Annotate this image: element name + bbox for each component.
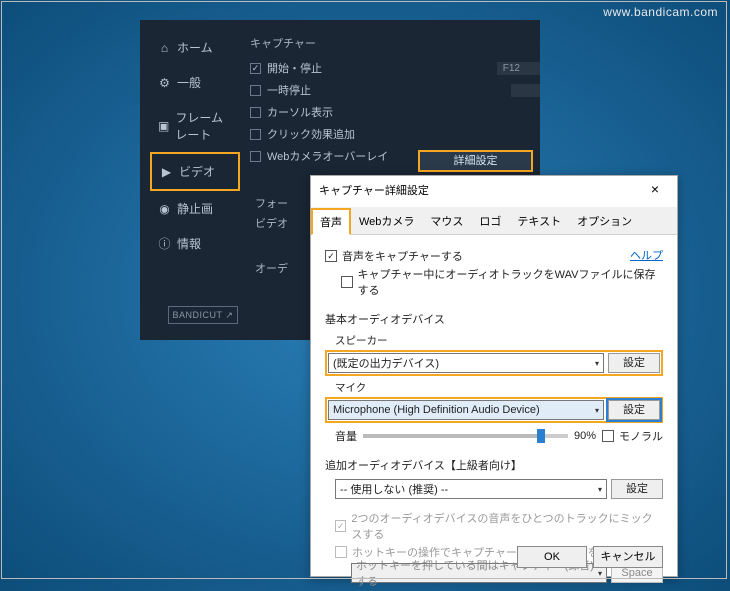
row-pause[interactable]: 一時停止 [250,79,540,101]
dialog-body: ヘルプ ✓ 音声をキャプチャーする キャプチャー中にオーディオトラックをWAVフ… [311,235,677,591]
chevron-down-icon: ▾ [595,359,599,368]
checkbox-checked-icon[interactable]: ✓ [325,250,337,262]
mic-combo[interactable]: Microphone (High Definition Audio Device… [328,400,604,420]
sidebar-item-home[interactable]: ⌂ ホーム [150,30,240,65]
checkbox-checked-icon: ✓ [335,520,346,532]
bandicut-button[interactable]: BANDICUT ↗ [168,306,238,324]
additional-config-button[interactable]: 設定 [611,479,663,499]
checkbox-icon[interactable] [250,85,261,96]
checkbox-label: 2つのオーディオデバイスの音声をひとつのトラックにミックスする [351,510,663,542]
tab-audio[interactable]: 音声 [311,208,351,235]
tab-logo[interactable]: ロゴ [471,208,509,235]
speaker-label: スピーカー [325,333,663,348]
capture-section-title: キャプチャー [250,35,540,51]
checkbox-icon [335,546,347,558]
sidebar-item-label: ビデオ [179,163,215,180]
gear-icon: ⚙ [158,76,171,89]
dialog-tabs: 音声 Webカメラ マウス ロゴ テキスト オプション [311,207,677,235]
additional-device-label: 追加オーディオデバイス【上級者向け】 [325,457,663,473]
sidebar-item-image[interactable]: ◉ 静止画 [150,191,240,226]
camera-icon: ◉ [158,202,171,215]
hotkey-display[interactable] [511,84,540,97]
chevron-down-icon: ▾ [598,569,602,578]
close-icon[interactable]: × [641,181,669,199]
home-icon: ⌂ [158,41,171,54]
slider-thumb[interactable] [537,429,545,443]
mix-two-checkbox: ✓ 2つのオーディオデバイスの音声をひとつのトラックにミックスする [325,509,663,543]
row-cursor[interactable]: カーソル表示 [250,101,540,123]
sidebar-item-label: フレームレート [175,109,232,143]
tab-webcam[interactable]: Webカメラ [351,208,422,235]
main-panel: キャプチャー ✓ 開始・停止 F12 一時停止 カーソル表示 クリック効果追加 … [250,35,540,167]
row-click-effect[interactable]: クリック効果追加 [250,123,540,145]
video-icon: ▶ [160,165,173,178]
info-icon: ⓘ [158,237,171,250]
capture-detail-dialog: キャプチャー詳細設定 × 音声 Webカメラ マウス ロゴ テキスト オプション… [310,175,678,577]
basic-device-label: 基本オーディオデバイス [325,311,663,327]
checkbox-icon[interactable] [250,107,261,118]
ok-button[interactable]: OK [517,546,587,568]
mic-config-button[interactable]: 設定 [608,400,660,420]
mic-row-highlight: Microphone (High Definition Audio Device… [325,397,663,423]
hotkey-display[interactable]: F12 [497,62,540,75]
checkbox-label: キャプチャー中にオーディオトラックをWAVファイルに保存する [358,266,663,298]
capture-audio-checkbox[interactable]: ✓ 音声をキャプチャーする [325,247,630,265]
checkbox-label: モノラル [619,428,663,444]
dialog-footer: OK キャンセル [517,546,663,568]
additional-combo-row: -- 使用しない (推奨) -- ▾ 設定 [325,479,663,499]
chevron-down-icon: ▾ [598,485,602,494]
mono-checkbox[interactable]: モノラル [602,427,663,445]
sidebar-item-label: ホーム [177,39,213,56]
sidebar-item-label: 情報 [177,235,201,252]
sidebar-item-label: 一般 [177,74,201,91]
volume-slider[interactable] [363,434,568,438]
additional-combo[interactable]: -- 使用しない (推奨) -- ▾ [335,479,607,499]
row-start-stop[interactable]: ✓ 開始・停止 F12 [250,57,540,79]
row-label: Webカメラオーバーレイ [267,148,388,164]
row-label: 一時停止 [267,82,311,98]
checkbox-label: 音声をキャプチャーする [342,248,463,264]
sidebar-item-info[interactable]: ⓘ 情報 [150,226,240,261]
checkbox-checked-icon[interactable]: ✓ [250,63,261,74]
slider-fill [363,434,537,438]
row-label: カーソル表示 [267,104,333,120]
dialog-title: キャプチャー詳細設定 [319,182,429,198]
video-format-label: ビデオ [255,215,288,231]
checkbox-icon[interactable] [250,151,261,162]
checkbox-icon[interactable] [250,129,261,140]
dialog-titlebar: キャプチャー詳細設定 × [311,176,677,204]
combo-value: -- 使用しない (推奨) -- [340,481,448,497]
volume-row: 音量 90% モノラル [325,427,663,445]
checkbox-icon[interactable] [341,276,353,288]
watermark: www.bandicam.com [603,5,718,19]
help-link[interactable]: ヘルプ [630,247,663,263]
sidebar: ⌂ ホーム ⚙ 一般 ▣ フレームレート ▶ ビデオ ◉ 静止画 ⓘ 情報 [150,30,240,261]
detail-settings-button[interactable]: 詳細設定 [418,150,533,172]
sidebar-item-video[interactable]: ▶ ビデオ [150,152,240,191]
sidebar-item-fps[interactable]: ▣ フレームレート [150,100,240,152]
volume-label: 音量 [335,428,357,444]
row-label: 開始・停止 [267,60,322,76]
audio-format-label: オーデ [255,260,288,276]
sidebar-item-general[interactable]: ⚙ 一般 [150,65,240,100]
cancel-button[interactable]: キャンセル [593,546,663,568]
chevron-down-icon: ▾ [595,406,599,415]
combo-value: (既定の出力デバイス) [333,355,439,371]
save-wav-checkbox[interactable]: キャプチャー中にオーディオトラックをWAVファイルに保存する [325,265,663,299]
speaker-combo[interactable]: (既定の出力デバイス) ▾ [328,353,604,373]
format-label: フォー [255,195,288,211]
row-label: クリック効果追加 [267,126,355,142]
tab-text[interactable]: テキスト [509,208,569,235]
combo-value: Microphone (High Definition Audio Device… [333,404,540,416]
volume-value: 90% [574,430,596,442]
sidebar-item-label: 静止画 [177,200,213,217]
speaker-row-highlight: (既定の出力デバイス) ▾ 設定 [325,350,663,376]
fps-icon: ▣ [158,120,169,133]
mic-label: マイク [325,380,663,395]
tab-options[interactable]: オプション [569,208,640,235]
checkbox-icon[interactable] [602,430,614,442]
tab-mouse[interactable]: マウス [422,208,471,235]
speaker-config-button[interactable]: 設定 [608,353,660,373]
